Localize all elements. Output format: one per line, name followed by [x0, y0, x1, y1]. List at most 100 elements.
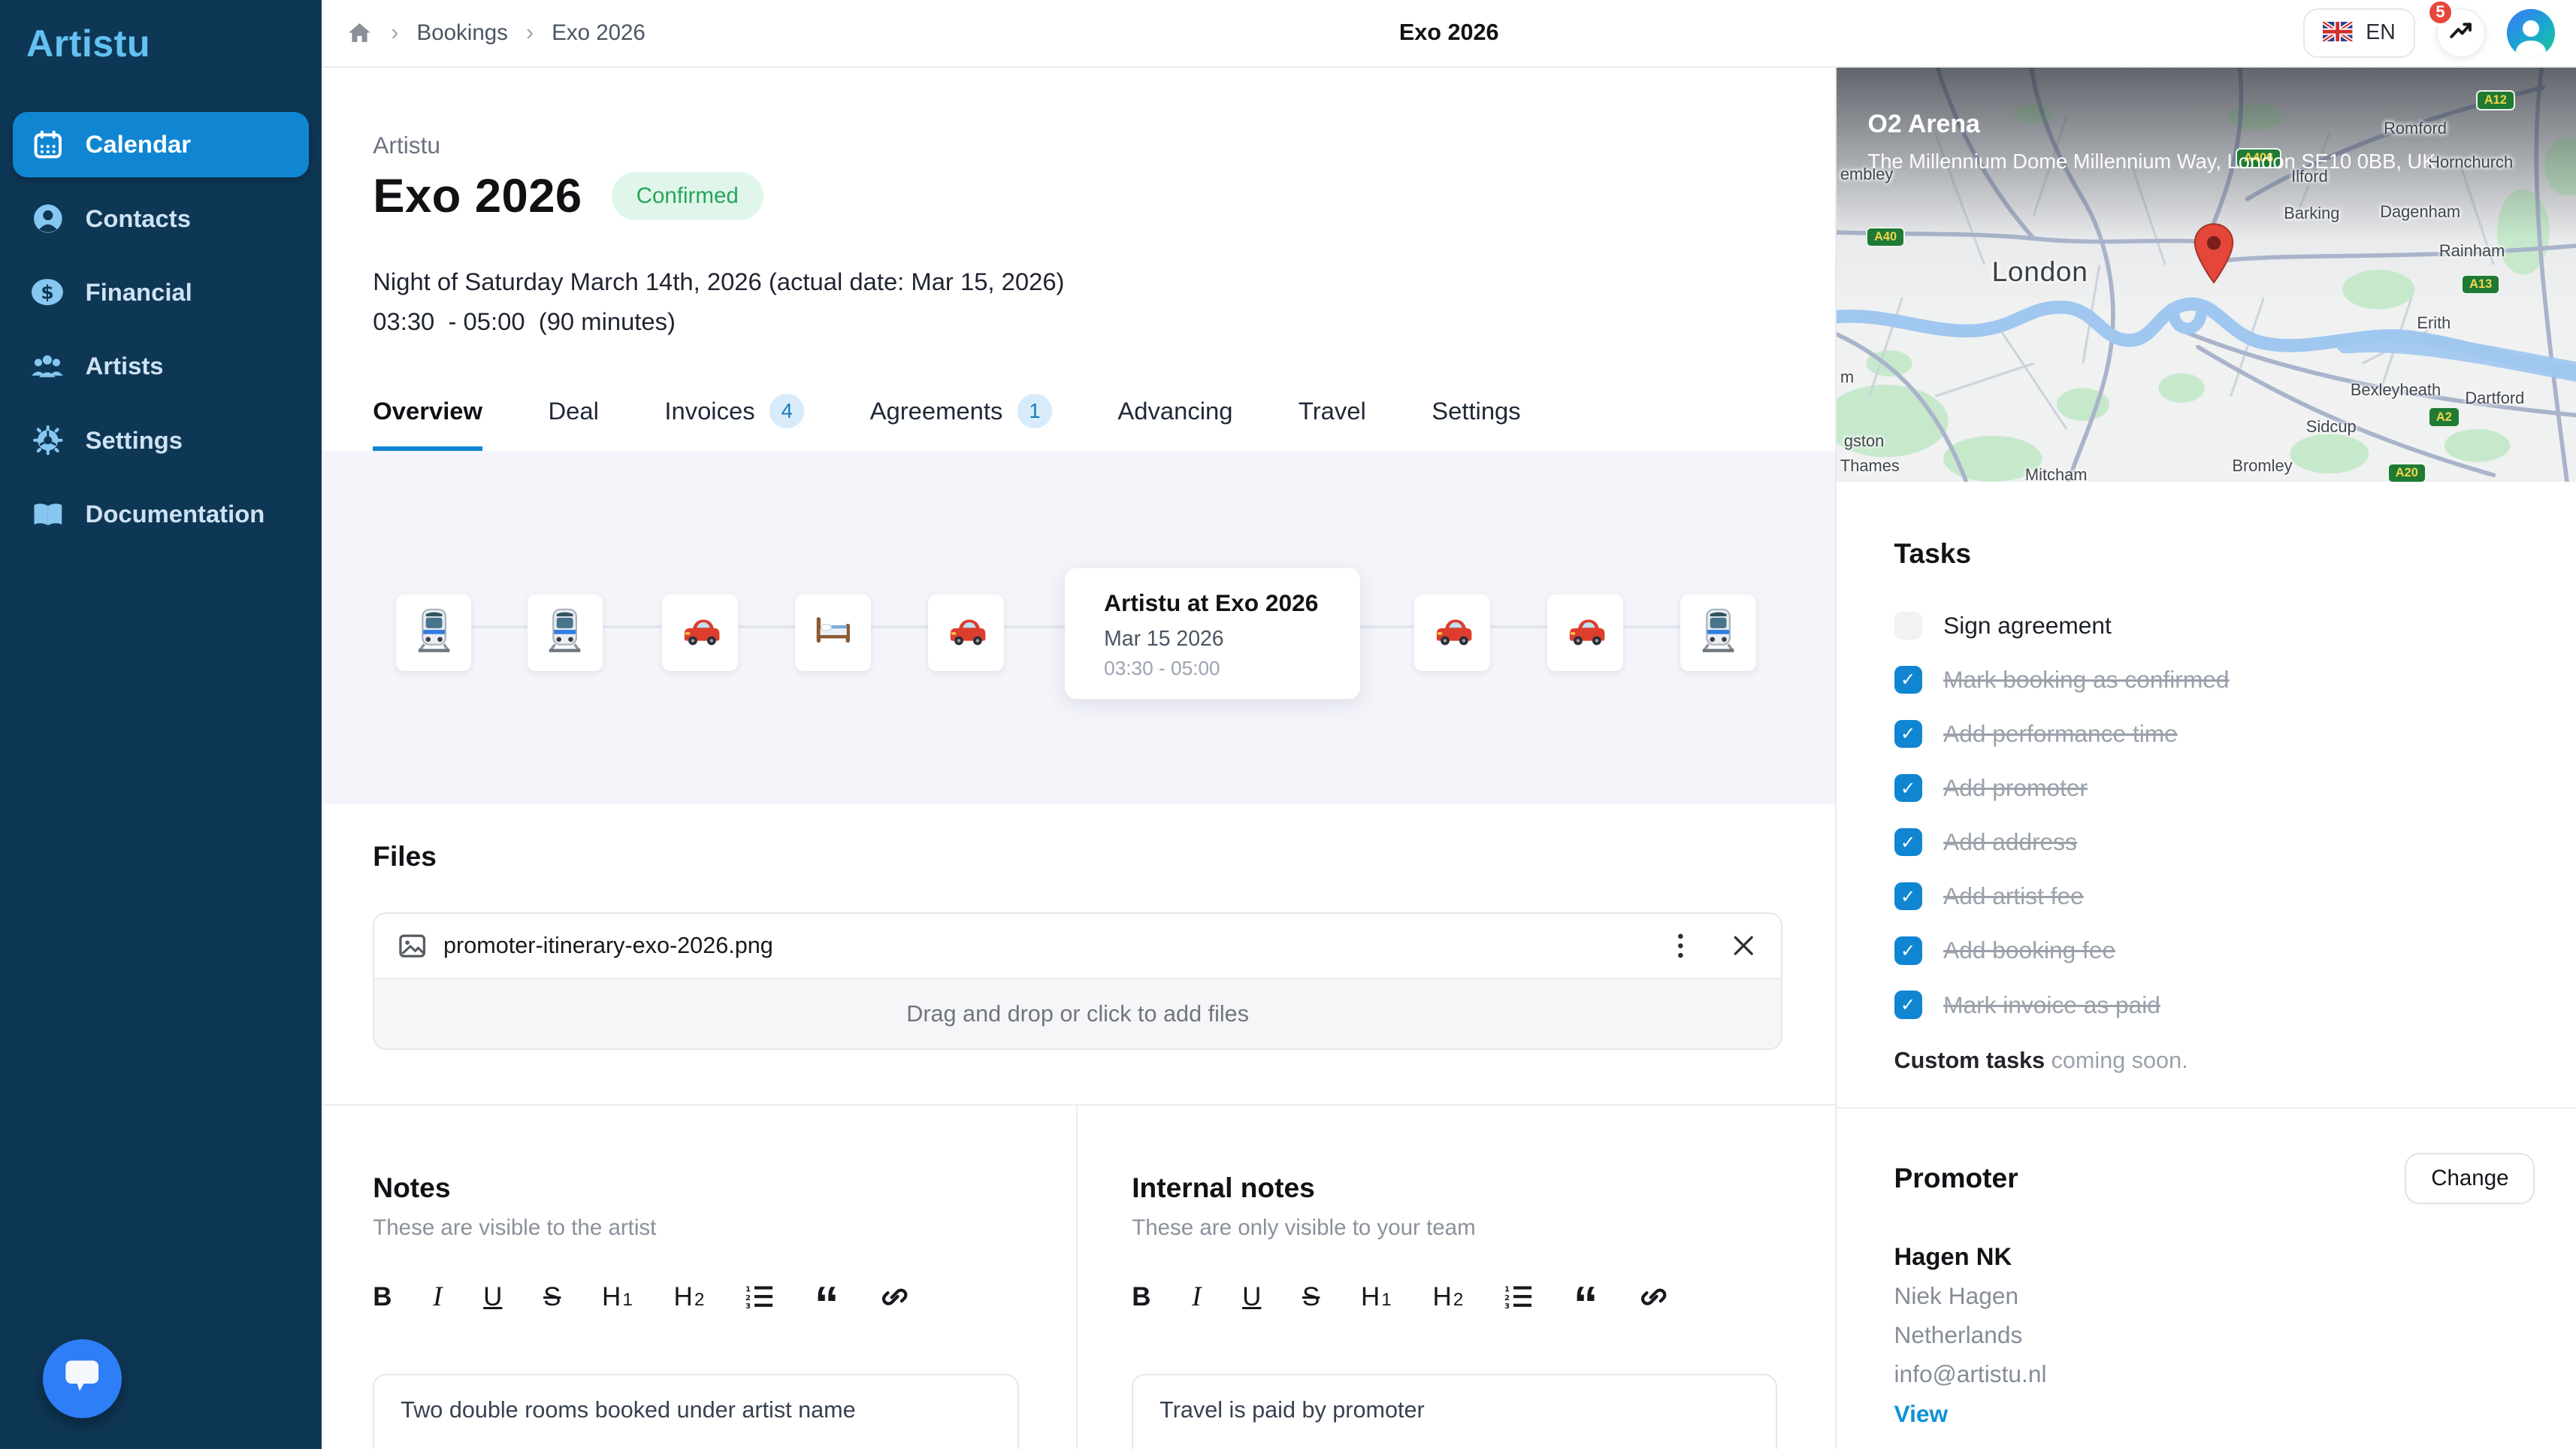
svg-text:1: 1 — [745, 1285, 751, 1293]
tab-overview[interactable]: Overview — [373, 394, 482, 452]
map-place-label: Romford — [2384, 119, 2447, 138]
heading1-icon[interactable]: H1 — [1361, 1284, 1392, 1310]
italic-icon[interactable]: I — [1192, 1283, 1201, 1311]
blockquote-icon[interactable]: “ — [815, 1283, 839, 1310]
sidebar-item-documentation[interactable]: Documentation — [13, 481, 309, 546]
promoter-email: info@artistu.nl — [1894, 1360, 2535, 1388]
close-icon[interactable] — [1728, 931, 1758, 960]
view-promoter-link[interactable]: View — [1894, 1400, 2535, 1428]
timeline-bed-item[interactable] — [795, 594, 871, 672]
venue-map[interactable]: embleyLondonRomfordHornchurchIlfordBarki… — [1837, 68, 2576, 482]
task-checkbox[interactable]: ✓ — [1894, 991, 1922, 1018]
home-icon[interactable] — [346, 20, 373, 46]
tab-advancing[interactable]: Advancing — [1117, 394, 1232, 452]
timeline-car-item[interactable] — [1414, 594, 1490, 672]
notes-section: Notes These are visible to the artist BI… — [322, 1104, 1834, 1449]
map-place-label: Thames — [1840, 456, 1900, 476]
tab-agreements[interactable]: Agreements1 — [870, 394, 1052, 452]
map-place-label: Barking — [2284, 204, 2339, 223]
italic-icon[interactable]: I — [433, 1283, 442, 1311]
timeline-train-item[interactable] — [1680, 594, 1756, 672]
user-avatar[interactable] — [2507, 9, 2554, 56]
link-icon[interactable] — [880, 1282, 909, 1311]
internal-notes-input[interactable]: Travel is paid by promoter — [1132, 1374, 1777, 1449]
underline-icon[interactable]: U — [1242, 1284, 1261, 1310]
sidebar-item-label: Contacts — [86, 204, 191, 233]
tab-travel[interactable]: Travel — [1299, 394, 1366, 452]
timeline-train-item[interactable] — [528, 594, 603, 672]
sidebar-menu: Calendar Contacts $Financial Artists Setting… — [0, 112, 322, 547]
task-checkbox[interactable]: ✓ — [1894, 774, 1922, 802]
people-icon — [29, 350, 65, 383]
heading2-icon[interactable]: H2 — [674, 1284, 705, 1310]
timeline-car-item[interactable] — [1547, 594, 1623, 672]
breadcrumb-item-bookings[interactable]: Bookings — [417, 20, 508, 46]
chevron-right-icon: › — [526, 20, 534, 46]
task-row-mark-booking-as-confirmed: ✓Mark booking as confirmed — [1894, 658, 2519, 701]
task-checkbox[interactable]: ✓ — [1894, 828, 1922, 856]
sidebar-item-financial[interactable]: $Financial — [13, 259, 309, 325]
tab-label: Settings — [1432, 397, 1520, 425]
sidebar-item-label: Documentation — [86, 500, 265, 528]
chat-bubble-icon — [62, 1357, 101, 1400]
sidebar-item-artists[interactable]: Artists — [13, 334, 309, 399]
underline-icon[interactable]: U — [483, 1284, 502, 1310]
tab-count-badge: 4 — [769, 394, 804, 428]
task-label: Mark invoice as paid — [1943, 991, 2160, 1019]
blockquote-icon[interactable]: “ — [1574, 1283, 1598, 1310]
booking-time: 03:30 - 05:00 (90 minutes) — [373, 307, 1782, 336]
sidebar-item-label: Financial — [86, 278, 192, 307]
breadcrumb-item-exo-2026[interactable]: Exo 2026 — [552, 20, 646, 46]
map-place-label: Mitcham — [2025, 465, 2088, 482]
artist-name: Artistu — [373, 132, 1782, 159]
kebab-menu-icon[interactable] — [1666, 931, 1695, 960]
tab-settings[interactable]: Settings — [1432, 394, 1520, 452]
notes-input[interactable]: Two double rooms booked under artist nam… — [373, 1374, 1018, 1449]
heading2-icon[interactable]: H2 — [1432, 1284, 1463, 1310]
ordered-list-icon[interactable]: 123 — [1504, 1284, 1532, 1310]
notes-column: Notes These are visible to the artist BI… — [322, 1106, 1076, 1449]
timeline-car-item[interactable] — [662, 594, 738, 672]
notes-heading: Notes — [373, 1172, 1018, 1204]
file-dropzone[interactable]: Drag and drop or click to add files — [374, 979, 1781, 1048]
train-icon — [1695, 607, 1741, 659]
bold-icon[interactable]: B — [1132, 1284, 1150, 1310]
task-checkbox[interactable]: ✓ — [1894, 720, 1922, 748]
link-icon[interactable] — [1639, 1282, 1668, 1311]
activity-button[interactable]: 5 — [2436, 8, 2486, 58]
file-row[interactable]: promoter-itinerary-exo-2026.png — [374, 914, 1781, 979]
task-checkbox[interactable]: ✓ — [1894, 666, 1922, 694]
file-name: promoter-itinerary-exo-2026.png — [443, 933, 773, 959]
timeline-train-item[interactable] — [396, 594, 472, 672]
ordered-list-icon[interactable]: 123 — [745, 1284, 773, 1310]
sidebar-item-calendar[interactable]: Calendar — [13, 112, 309, 177]
change-promoter-button[interactable]: Change — [2405, 1153, 2535, 1205]
image-file-icon — [398, 931, 427, 960]
tab-label: Invoices — [664, 397, 754, 425]
promoter-heading: Promoter — [1894, 1162, 2018, 1194]
bold-icon[interactable]: B — [373, 1284, 392, 1310]
tab-invoices[interactable]: Invoices 4 — [664, 394, 804, 452]
task-checkbox[interactable]: ✓ — [1894, 936, 1922, 964]
timeline-event-card[interactable]: Artistu at Exo 2026 Mar 15 2026 03:30 - … — [1065, 568, 1361, 700]
sidebar-item-contacts[interactable]: Contacts — [13, 186, 309, 251]
timeline-car-item[interactable] — [928, 594, 1004, 672]
files-heading: Files — [373, 840, 1782, 873]
file-card: promoter-itinerary-exo-2026.png Drag and… — [373, 912, 1782, 1050]
tab-deal[interactable]: Deal — [548, 394, 598, 452]
strikethrough-icon[interactable]: S — [1302, 1284, 1320, 1310]
strikethrough-icon[interactable]: S — [543, 1284, 561, 1310]
chat-button[interactable] — [43, 1339, 122, 1418]
sidebar-item-settings[interactable]: Settings — [13, 407, 309, 473]
sidebar-item-label: Settings — [86, 426, 183, 455]
heading1-icon[interactable]: H1 — [602, 1284, 633, 1310]
task-checkbox[interactable]: ✓ — [1894, 882, 1922, 910]
map-place-label: Rainham — [2439, 241, 2505, 261]
bed-icon — [810, 607, 856, 659]
task-checkbox[interactable] — [1894, 612, 1922, 640]
svg-text:1: 1 — [1504, 1285, 1510, 1293]
map-road-badge: A13 — [2461, 274, 2500, 295]
language-button[interactable]: EN — [2303, 8, 2414, 58]
svg-text:2: 2 — [745, 1294, 751, 1302]
map-place-label: London — [1992, 256, 2088, 288]
